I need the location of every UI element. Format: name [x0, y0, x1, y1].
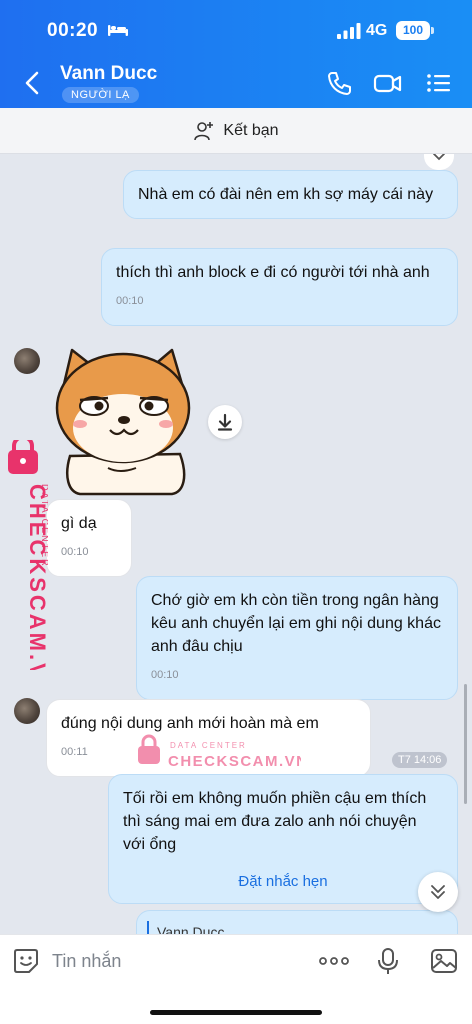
video-call-icon[interactable]	[373, 70, 403, 96]
checkscam-watermark-vertical: CHECKSCAM.VN DATA CENTER	[8, 440, 48, 670]
contact-name[interactable]: Vann Ducc	[60, 63, 157, 85]
watermark-top-text: DATA CENTER	[170, 741, 247, 750]
more-options-icon[interactable]	[318, 947, 350, 975]
message-text: Chớ giờ em kh còn tiền trong ngân hàng k…	[151, 592, 441, 655]
message-text: gì dạ	[61, 515, 97, 532]
stranger-badge: NGƯỜI LẠ	[62, 87, 139, 103]
message-text: Nhà em có đài nên em kh sợ máy cái này	[138, 186, 434, 203]
message-sent[interactable]: Chớ giờ em kh còn tiền trong ngân hàng k…	[136, 576, 458, 700]
collapse-button[interactable]	[424, 154, 454, 170]
quoted-sender: Vann Ducc	[147, 921, 447, 934]
image-gallery-icon[interactable]	[430, 947, 458, 975]
message-text: Tối rồi em không muốn phiền cậu em thích…	[123, 790, 427, 853]
top-bar: 00:20 4G 100 Vann Ducc NGƯỜI LẠ	[0, 0, 472, 108]
message-sent[interactable]: Vann Ducc	[136, 910, 458, 934]
set-reminder-link[interactable]: Đặt nhắc hẹn	[123, 870, 443, 893]
menu-list-icon[interactable]	[426, 70, 452, 96]
sticker-icon[interactable]	[12, 947, 40, 975]
battery-indicator: 100	[396, 21, 430, 40]
message-sent[interactable]: thích thì anh block e đi có người tới nh…	[101, 248, 458, 326]
avatar[interactable]	[14, 348, 40, 374]
chat-area[interactable]: Nhà em có đài nên em kh sợ máy cái này t…	[0, 154, 472, 934]
network-type: 4G	[366, 22, 388, 39]
avatar[interactable]	[14, 698, 40, 724]
microphone-icon[interactable]	[374, 947, 402, 975]
message-time: 00:10	[151, 669, 179, 681]
chevron-down-icon	[433, 154, 445, 161]
message-sent[interactable]: Nhà em có đài nên em kh sợ máy cái này	[123, 170, 458, 219]
message-sent[interactable]: Tối rồi em không muốn phiền cậu em thích…	[108, 774, 458, 904]
message-received[interactable]: gì dạ 00:10	[46, 499, 132, 577]
checkscam-watermark-horizontal: DATA CENTER CHECKSCAM.VN	[138, 734, 301, 770]
download-icon	[217, 413, 233, 431]
battery-tip	[431, 27, 434, 34]
message-time: 00:10	[61, 546, 89, 558]
phone-call-icon[interactable]	[326, 70, 352, 96]
watermark-main-text: CHECKSCAM.VN	[168, 753, 301, 770]
home-indicator	[150, 1010, 322, 1015]
status-time: 00:20	[47, 20, 99, 41]
back-arrow-icon[interactable]	[22, 70, 42, 96]
message-text: thích thì anh block e đi có người tới nh…	[116, 264, 430, 281]
message-input[interactable]: Tin nhắn	[52, 951, 121, 972]
scrollbar[interactable]	[464, 684, 467, 804]
time-chip: T7 14:06	[392, 752, 448, 768]
add-friend-bar[interactable]: Kết bạn	[0, 108, 472, 154]
watermark-top-text: DATA CENTER	[40, 484, 48, 568]
sleep-focus-icon	[108, 25, 128, 36]
scroll-to-bottom-button[interactable]	[418, 872, 458, 912]
download-button[interactable]	[208, 405, 242, 439]
message-time: 00:10	[116, 295, 144, 307]
cellular-signal-icon	[337, 23, 361, 39]
double-chevron-down-icon	[431, 885, 445, 899]
add-user-icon	[194, 121, 214, 140]
add-friend-label: Kết bạn	[223, 121, 279, 139]
shiba-sticker[interactable]	[50, 346, 196, 496]
